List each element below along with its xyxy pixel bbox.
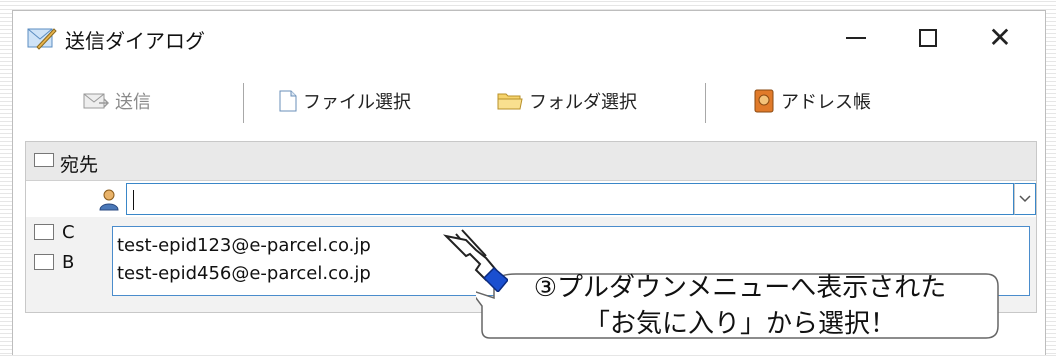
chevron-down-icon bbox=[1019, 195, 1031, 203]
to-label: 宛先 bbox=[60, 154, 99, 176]
bcc-document-icon bbox=[34, 254, 54, 270]
callout-line-1: ③プルダウンメニューへ表示された bbox=[533, 273, 947, 303]
file-icon bbox=[279, 90, 297, 112]
minimize-icon bbox=[846, 37, 866, 39]
to-address-input[interactable] bbox=[126, 183, 1014, 215]
send-label: 送信 bbox=[115, 92, 151, 113]
minimize-button[interactable] bbox=[827, 15, 885, 61]
address-book-icon bbox=[754, 89, 774, 113]
dropdown-toggle-button[interactable] bbox=[1014, 183, 1036, 215]
maximize-button[interactable] bbox=[899, 15, 957, 61]
folder-select-label: フォルダ選択 bbox=[529, 92, 637, 113]
toolbar-separator bbox=[243, 83, 244, 123]
send-dialog-app-icon bbox=[27, 28, 57, 50]
cc-label: C bbox=[62, 222, 75, 243]
bcc-label: B bbox=[62, 252, 75, 273]
toolbar-separator bbox=[705, 83, 706, 123]
close-button[interactable]: ✕ bbox=[971, 15, 1029, 61]
text-caret bbox=[133, 190, 134, 210]
to-header: 宛先 bbox=[26, 142, 1036, 181]
to-row bbox=[26, 181, 1036, 217]
window-title: 送信ダイアログ bbox=[65, 29, 205, 53]
address-book-button[interactable]: アドレス帳 bbox=[753, 87, 871, 115]
file-select-button[interactable]: ファイル選択 bbox=[279, 87, 411, 115]
folder-select-button[interactable]: フォルダ選択 bbox=[497, 87, 637, 115]
send-button[interactable]: 送信 bbox=[83, 87, 151, 115]
envelope-icon bbox=[34, 153, 54, 167]
close-icon: ✕ bbox=[988, 21, 1012, 54]
address-book-label: アドレス帳 bbox=[781, 92, 871, 113]
toolbar: 送信 ファイル選択 フォルダ選択 アドレス帳 bbox=[13, 73, 1045, 125]
dropdown-option[interactable]: test-epid456@e-parcel.co.jp bbox=[117, 263, 371, 284]
send-mail-icon bbox=[83, 93, 109, 109]
pointing-hand-icon bbox=[442, 229, 508, 292]
callout-text: ③プルダウンメニューへ表示された 「お気に入り」から選択！ bbox=[476, 270, 1004, 342]
maximize-icon bbox=[919, 29, 937, 47]
dropdown-option[interactable]: test-epid123@e-parcel.co.jp bbox=[117, 235, 371, 256]
cc-envelope-icon bbox=[34, 224, 54, 240]
file-select-label: ファイル選択 bbox=[303, 92, 411, 113]
folder-icon bbox=[497, 93, 523, 110]
person-icon bbox=[99, 189, 119, 211]
title-bar: 送信ダイアログ ✕ bbox=[13, 11, 1045, 65]
callout-line-2: 「お気に入り」から選択！ bbox=[583, 309, 896, 339]
